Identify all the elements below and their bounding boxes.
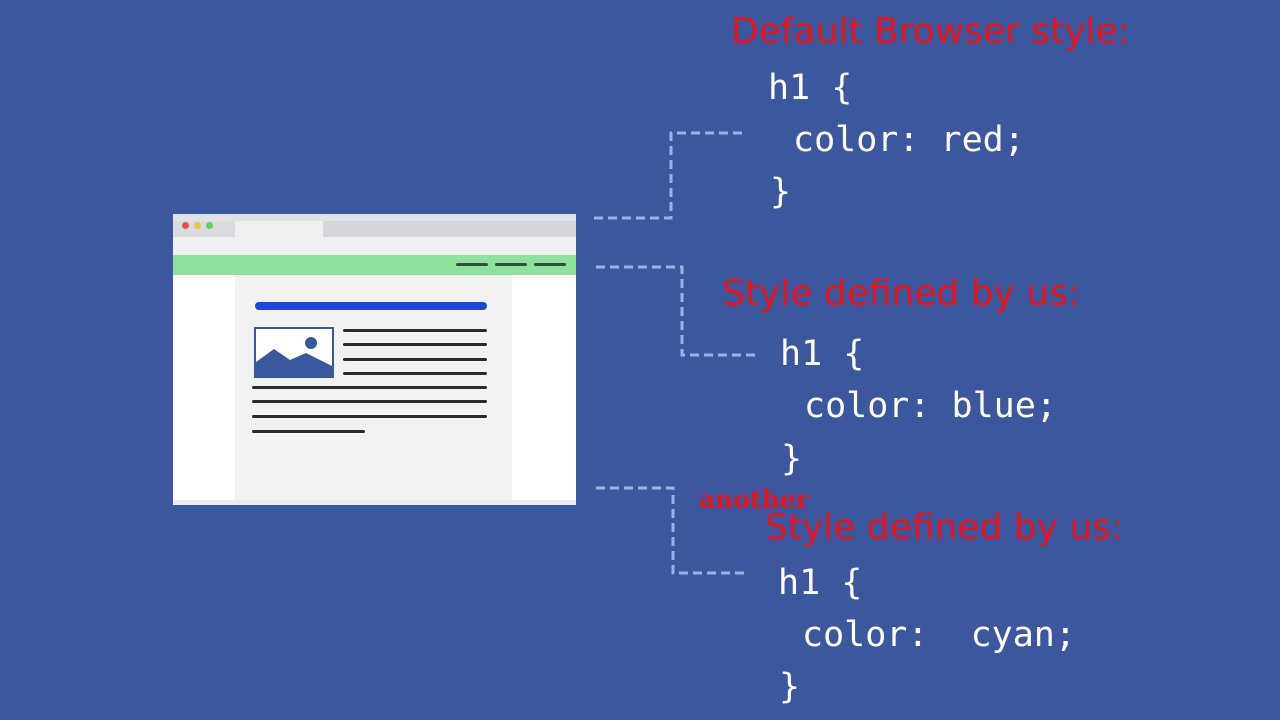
browser-toolbar <box>173 237 576 255</box>
minimize-dot-icon <box>194 222 201 229</box>
nav-menu-line <box>495 263 527 266</box>
browser-tab-strip <box>323 221 576 237</box>
close-dot-icon <box>182 222 189 229</box>
code-declaration: color: cyan; <box>802 615 1076 655</box>
text-line <box>343 329 487 332</box>
text-line <box>343 358 487 361</box>
page-heading-bar <box>255 302 487 310</box>
maximize-dot-icon <box>206 222 213 229</box>
text-line <box>252 415 487 418</box>
code-closing-brace: } <box>779 667 801 707</box>
code-selector: h1 { <box>778 563 863 603</box>
code-closing-brace: } <box>781 439 803 479</box>
browser-bottom-bar <box>173 500 576 505</box>
text-line <box>343 343 487 346</box>
code-declaration: color: red; <box>793 120 1025 160</box>
text-line <box>252 386 487 389</box>
user-style-label: Style defined by us: <box>722 273 1081 314</box>
code-declaration: color: blue; <box>804 386 1057 426</box>
nav-menu-line <box>534 263 566 266</box>
text-line <box>343 372 487 375</box>
text-line <box>252 430 365 433</box>
connector-to-default-style <box>594 131 744 220</box>
text-line <box>252 400 487 403</box>
default-style-label: Default Browser style: <box>731 11 1130 52</box>
browser-active-tab <box>235 221 323 237</box>
nav-menu-line <box>456 263 488 266</box>
code-selector: h1 { <box>780 334 865 374</box>
code-selector: h1 { <box>768 68 853 108</box>
code-closing-brace: } <box>770 172 792 212</box>
another-user-style-label: Style defined by us: <box>765 507 1124 548</box>
browser-window-illustration <box>173 214 576 505</box>
image-placeholder-icon <box>254 327 334 378</box>
